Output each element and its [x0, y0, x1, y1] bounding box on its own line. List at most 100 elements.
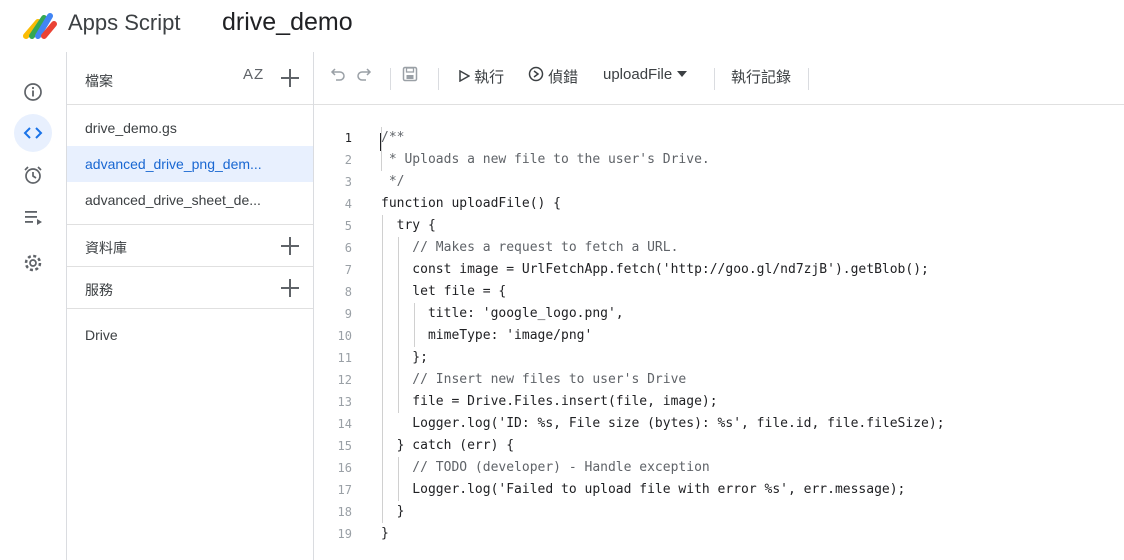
code-line: 3 */ [314, 171, 1124, 193]
code-text: // Makes a request to fetch a URL. [381, 240, 679, 255]
line-number: 13 [337, 395, 352, 409]
line-number: 12 [337, 373, 352, 387]
debug-button[interactable]: 偵錯 [528, 66, 578, 87]
add-file-button[interactable] [279, 67, 301, 89]
files-header: 檔案 AZ [67, 52, 313, 105]
line-number: 17 [337, 483, 352, 497]
code-text: // TODO (developer) - Handle exception [381, 460, 710, 475]
line-number: 9 [344, 307, 352, 321]
libraries-label: 資料庫 [85, 240, 127, 256]
toolbar-divider [390, 68, 391, 90]
code-line: 2 * Uploads a new file to the user's Dri… [314, 149, 1124, 171]
code-line: 15 } catch (err) { [314, 435, 1124, 457]
info-icon [24, 83, 42, 101]
code-line: 18 } [314, 501, 1124, 523]
libraries-section: 資料庫 [67, 224, 313, 267]
save-icon [402, 66, 418, 82]
function-select[interactable]: uploadFile [603, 66, 688, 83]
function-name: uploadFile [603, 66, 673, 83]
line-number: 16 [337, 461, 352, 475]
line-number: 11 [337, 351, 352, 365]
run-label: 執行 [474, 69, 505, 86]
code-line: 10 mimeType: 'image/png' [314, 325, 1124, 347]
line-number: 4 [344, 197, 352, 211]
services-section: 服務 [67, 266, 313, 309]
line-number: 14 [337, 417, 352, 431]
file-item[interactable]: drive_demo.gs [67, 110, 313, 146]
undo-icon [330, 68, 345, 81]
file-item[interactable]: advanced_drive_sheet_de... [67, 182, 313, 218]
code-icon [23, 127, 43, 139]
code-line: 17 Logger.log('Failed to upload file wit… [314, 479, 1124, 501]
code-line: 6 // Makes a request to fetch a URL. [314, 237, 1124, 259]
toolbar-divider [714, 68, 715, 90]
code-line: 16 // TODO (developer) - Handle exceptio… [314, 457, 1124, 479]
sort-az-button[interactable]: AZ [243, 66, 264, 83]
save-button[interactable] [402, 66, 418, 86]
add-service-button[interactable] [279, 277, 301, 299]
line-number: 8 [344, 285, 352, 299]
app-header: Apps Script drive_demo [0, 0, 1124, 52]
alarm-clock-icon [24, 166, 42, 184]
file-item-active[interactable]: advanced_drive_png_dem... [67, 146, 313, 182]
code-editor[interactable]: 1 /** 2 * Uploads a new file to the user'… [314, 105, 1124, 560]
code-line: 13 file = Drive.Files.insert(file, image… [314, 391, 1124, 413]
files-title: 檔案 [85, 73, 113, 89]
code-line: 11 }; [314, 347, 1124, 369]
line-number: 19 [337, 527, 352, 541]
code-text: } [381, 504, 405, 519]
code-text: */ [381, 174, 405, 189]
code-line: 8 let file = { [314, 281, 1124, 303]
line-number: 7 [344, 263, 352, 277]
code-line: 9 title: 'google_logo.png', [314, 303, 1124, 325]
add-library-button[interactable] [279, 235, 301, 257]
section-divider [67, 308, 313, 309]
code-text: title: 'google_logo.png', [381, 306, 624, 321]
line-number: 1 [344, 131, 352, 145]
code-line: 12 // Insert new files to user's Drive [314, 369, 1124, 391]
code-line: 14 Logger.log('ID: %s, File size (bytes)… [314, 413, 1124, 435]
dropdown-arrow-icon [677, 71, 688, 77]
code-text: function uploadFile() { [381, 196, 562, 211]
code-text: * Uploads a new file to the user's Drive… [381, 152, 710, 167]
code-text: file = Drive.Files.insert(file, image); [381, 394, 718, 409]
triggers-button[interactable] [14, 156, 52, 194]
execution-log-button[interactable]: 執行記錄 [731, 66, 791, 87]
left-rail [0, 52, 67, 560]
service-item-drive[interactable]: Drive [85, 327, 118, 343]
line-number: 6 [344, 241, 352, 255]
debug-icon [528, 66, 544, 82]
code-text: // Insert new files to user's Drive [381, 372, 687, 387]
settings-button[interactable] [14, 244, 52, 282]
line-number: 10 [337, 329, 352, 343]
redo-button[interactable] [356, 66, 372, 86]
services-label: 服務 [85, 282, 113, 298]
play-icon [459, 69, 471, 83]
editor-toolbar: 執行 偵錯 uploadFile 執行記錄 [314, 52, 1124, 105]
code-line: 19} [314, 523, 1124, 545]
apps-script-logo[interactable] [20, 10, 60, 40]
code-text: }; [381, 350, 428, 365]
code-line: 1 /** [314, 127, 1124, 149]
line-number: 5 [344, 219, 352, 233]
overview-button[interactable] [14, 73, 52, 111]
code-text: Logger.log('Failed to upload file with e… [381, 482, 906, 497]
code-text: try { [381, 218, 436, 233]
line-number: 2 [344, 153, 352, 167]
code-text: let file = { [381, 284, 507, 299]
undo-button[interactable] [330, 66, 346, 86]
redo-icon [357, 68, 372, 81]
toolbar-divider [438, 68, 439, 90]
line-number: 18 [337, 505, 352, 519]
app-name: Apps Script [68, 10, 181, 35]
code-line: 5 try { [314, 215, 1124, 237]
executions-button[interactable] [14, 198, 52, 236]
run-button[interactable]: 執行 [458, 66, 504, 87]
editor-button[interactable] [14, 114, 52, 152]
project-title[interactable]: drive_demo [222, 8, 353, 37]
debug-label: 偵錯 [548, 69, 579, 86]
toolbar-divider [808, 68, 809, 90]
line-number: 15 [337, 439, 352, 453]
executions-icon [25, 211, 42, 225]
code-text: mimeType: 'image/png' [381, 328, 593, 343]
